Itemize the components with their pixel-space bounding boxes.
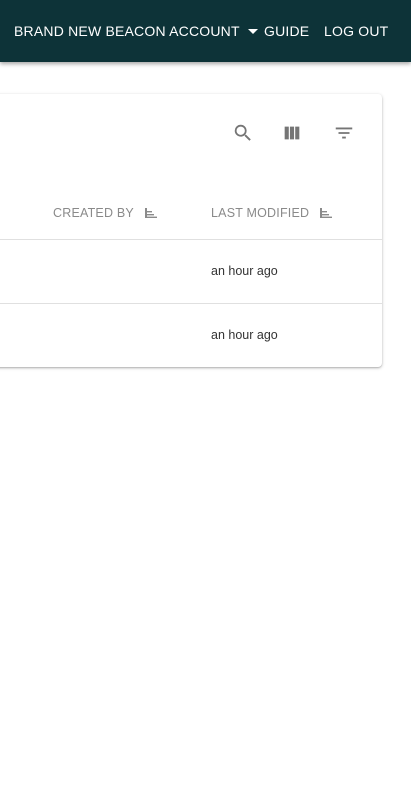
app-bar: BRAND NEW BEACON ACCOUNT GUIDE LOG OUT — [0, 0, 411, 62]
column-header-label: LAST MODIFIED — [211, 206, 310, 220]
account-menu-label: BRAND NEW BEACON ACCOUNT — [14, 23, 240, 39]
filter-icon[interactable] — [333, 122, 355, 144]
guide-link[interactable]: GUIDE — [264, 0, 309, 62]
column-header-last-modified[interactable]: LAST MODIFIED — [211, 206, 333, 220]
caret-down-icon — [247, 29, 258, 34]
column-header-created-by[interactable]: CREATED BY — [53, 206, 157, 220]
logout-button[interactable]: LOG OUT — [324, 0, 388, 62]
sort-icon — [144, 208, 157, 218]
sort-icon — [320, 208, 333, 218]
view-columns-icon[interactable] — [281, 122, 303, 144]
last-modified-cell: an hour ago — [211, 264, 278, 278]
table-row[interactable]: an hour ago — [0, 304, 382, 367]
table-row[interactable]: an hour ago — [0, 240, 382, 303]
last-modified-cell: an hour ago — [211, 328, 278, 342]
account-menu-button[interactable]: BRAND NEW BEACON ACCOUNT — [14, 0, 258, 62]
column-header-label: CREATED BY — [53, 206, 134, 220]
search-icon[interactable] — [232, 122, 254, 144]
